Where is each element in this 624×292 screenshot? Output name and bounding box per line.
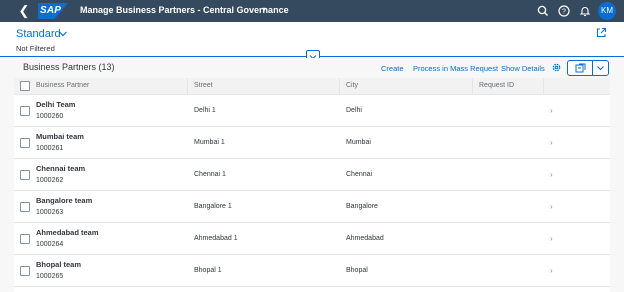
filter-status: Not Filtered xyxy=(16,44,55,53)
city-cell: Mumbai xyxy=(346,139,371,146)
partner-name: Delhi Team xyxy=(36,100,76,109)
street-cell: Bhopal 1 xyxy=(194,267,222,274)
street-cell: Mumbai 1 xyxy=(194,139,225,146)
chevron-right-icon[interactable]: › xyxy=(550,106,553,115)
back-icon[interactable]: ❮ xyxy=(18,4,30,18)
sap-logo[interactable]: SAP xyxy=(38,3,68,19)
partner-id: 1000261 xyxy=(36,145,64,152)
table-row[interactable]: Bhopal team 1000265 Bhopal 1 Bhopal › xyxy=(14,255,610,287)
column-separator xyxy=(187,78,188,94)
partner-name: Mumbai team xyxy=(36,132,84,141)
column-header-business-partner[interactable]: Business Partner xyxy=(36,82,89,89)
export-button[interactable] xyxy=(567,60,609,76)
select-all-checkbox[interactable] xyxy=(20,81,30,91)
table-row[interactable]: Chennai team 1000262 Chennai 1 Chennai › xyxy=(14,159,610,191)
business-partners-table: Business Partner Street City Request ID … xyxy=(14,78,610,292)
chevron-right-icon[interactable]: › xyxy=(550,234,553,243)
table-toolbar: Business Partners (13) Create Process in… xyxy=(14,58,610,78)
shell-bar: ❮ SAP Manage Business Partners - Central… xyxy=(0,0,624,22)
export-separator xyxy=(592,61,593,75)
table-row[interactable]: Delhi Team 1000260 Delhi 1 Delhi › xyxy=(14,95,610,127)
header-divider xyxy=(0,56,306,57)
city-cell: Ahmedabad xyxy=(346,235,384,242)
help-icon[interactable]: ? xyxy=(557,4,571,18)
app-title[interactable]: Manage Business Partners - Central Gover… xyxy=(80,5,289,15)
column-separator xyxy=(543,78,544,94)
partner-id: 1000262 xyxy=(36,177,64,184)
row-checkbox[interactable] xyxy=(20,202,30,212)
partner-name: Bangalore team xyxy=(36,196,93,205)
city-cell: Chennai xyxy=(346,171,373,178)
svg-text:?: ? xyxy=(562,9,566,16)
table-row[interactable]: Ahmedabad team 1000264 Ahmedabad 1 Ahmed… xyxy=(14,223,610,255)
chevron-down-icon[interactable] xyxy=(596,64,605,72)
partner-id: 1000260 xyxy=(36,113,64,120)
row-checkbox[interactable] xyxy=(20,138,30,148)
partner-name: Bhopal team xyxy=(36,260,82,269)
street-cell: Chennai 1 xyxy=(194,171,226,178)
row-checkbox[interactable] xyxy=(20,266,30,276)
street-cell: Delhi 1 xyxy=(194,107,216,114)
partner-id: 1000263 xyxy=(36,209,64,216)
partner-id: 1000264 xyxy=(36,241,64,248)
header-divider xyxy=(320,56,624,57)
street-cell: Bangalore 1 xyxy=(194,203,232,210)
column-separator xyxy=(472,78,473,94)
city-cell: Bangalore xyxy=(346,203,378,210)
avatar[interactable]: KM xyxy=(598,2,616,20)
export-icon xyxy=(575,63,586,73)
chevron-down-icon[interactable] xyxy=(58,29,68,39)
share-icon[interactable] xyxy=(596,27,607,38)
create-button[interactable]: Create xyxy=(381,64,404,73)
table-row[interactable]: Mumbai team 1000261 Mumbai 1 Mumbai › xyxy=(14,127,610,159)
column-separator xyxy=(339,78,340,94)
sap-logo-text: SAP xyxy=(40,5,62,16)
column-header-request-id[interactable]: Request ID xyxy=(479,82,514,89)
partner-id: 1000265 xyxy=(36,273,64,280)
show-details-button[interactable]: Show Details xyxy=(501,64,545,73)
gear-icon[interactable] xyxy=(551,62,562,73)
page-margin xyxy=(610,78,624,292)
row-checkbox[interactable] xyxy=(20,106,30,116)
table-header: Business Partner Street City Request ID xyxy=(14,78,610,95)
process-mass-request-button[interactable]: Process in Mass Request xyxy=(413,64,498,73)
column-header-city[interactable]: City xyxy=(346,82,358,89)
row-checkbox[interactable] xyxy=(20,170,30,180)
partner-name: Chennai team xyxy=(36,164,86,173)
chevron-right-icon[interactable]: › xyxy=(550,170,553,179)
table-row[interactable]: Bangalore team 1000263 Bangalore 1 Banga… xyxy=(14,191,610,223)
search-icon[interactable] xyxy=(536,4,550,18)
city-cell: Delhi xyxy=(346,107,362,114)
chevron-down-icon[interactable]: ▾ xyxy=(262,5,266,14)
chevron-right-icon[interactable]: › xyxy=(550,266,553,275)
row-checkbox[interactable] xyxy=(20,234,30,244)
street-cell: Ahmedabad 1 xyxy=(194,235,238,242)
chevron-right-icon[interactable]: › xyxy=(550,138,553,147)
variant-selector[interactable]: Standard xyxy=(16,28,61,40)
bell-icon[interactable] xyxy=(578,4,592,18)
column-header-street[interactable]: Street xyxy=(194,82,213,89)
table-title: Business Partners (13) xyxy=(23,62,115,72)
partner-name: Ahmedabad team xyxy=(36,228,99,237)
city-cell: Bhopal xyxy=(346,267,368,274)
chevron-right-icon[interactable]: › xyxy=(550,202,553,211)
